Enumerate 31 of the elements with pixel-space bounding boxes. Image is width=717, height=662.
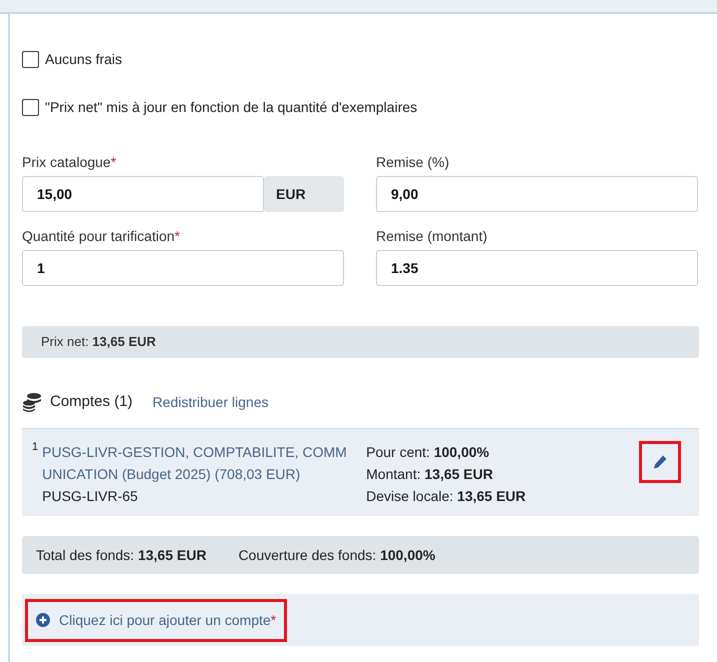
pencil-icon <box>652 454 668 470</box>
account-detail: Montant: 13,65 EUR <box>366 465 494 484</box>
input-field[interactable]: 1.35 <box>376 250 698 286</box>
input-field[interactable]: 15,00 <box>22 176 264 212</box>
account-code: PUSG-LIVR-65 <box>42 487 139 506</box>
input-field[interactable]: 1 <box>22 250 344 286</box>
plus-circle-icon <box>36 613 50 627</box>
input-field[interactable]: 9,00 <box>376 176 698 212</box>
edit-button[interactable] <box>639 441 681 483</box>
field-label: Remise (montant) <box>376 228 488 244</box>
checkbox-label: "Prix net" mis à jour en fonction de la quantité d'exemplaires <box>45 98 418 117</box>
required-mark: * <box>110 154 116 170</box>
account-link[interactable]: PUSG-LIVR-GESTION, COMPTABILITE, COMMUNICATION (Budget 2025) (708,03 EUR) <box>42 441 354 485</box>
account-detail: Pour cent: 100,00% <box>366 443 490 462</box>
checkbox-label: Aucuns frais <box>45 50 122 68</box>
field-label: Quantité pour tarification <box>22 228 175 244</box>
field-label: Prix catalogue <box>22 154 111 170</box>
funds-total: Total des fonds: 13,65 EUR <box>36 546 206 564</box>
required-mark: * <box>174 228 180 244</box>
currency-addon: EUR <box>264 176 344 212</box>
net-price: Prix net: 13,65 EUR <box>41 333 156 352</box>
field-label: Remise (%) <box>376 154 450 170</box>
add-account-button[interactable]: Cliquez ici pour ajouter un compte* <box>25 598 288 642</box>
account-number: 1 <box>32 440 38 455</box>
checkbox[interactable] <box>22 50 39 68</box>
coins-icon <box>22 392 42 412</box>
funds-total: Couverture des fonds: 100,00% <box>238 546 436 564</box>
checkbox[interactable] <box>22 98 39 116</box>
redistribute-link[interactable]: Redistribuer lignes <box>152 392 268 412</box>
accounts-title: Comptes (1) <box>50 392 133 412</box>
account-detail: Devise locale: 13,65 EUR <box>366 487 526 506</box>
